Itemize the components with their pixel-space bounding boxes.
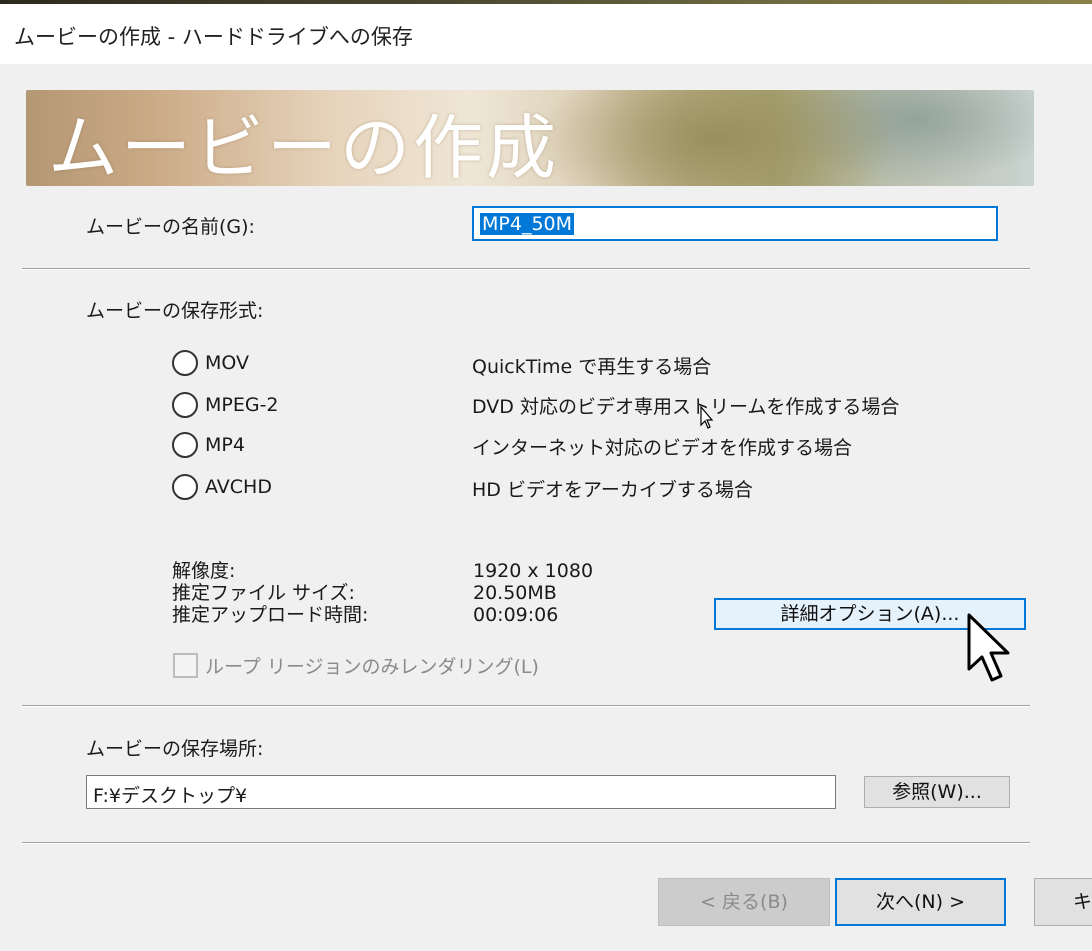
dialog-client-area: ムービーの作成 ムービーの名前(G): MP4_50M ムービーの保存形式: M… bbox=[0, 64, 1092, 951]
next-button[interactable]: 次へ(N) > bbox=[835, 878, 1006, 926]
banner-title: ムービーの作成 bbox=[48, 107, 559, 186]
format-desc-mp4: インターネット対応のビデオを作成する場合 bbox=[472, 437, 853, 459]
window-titlebar[interactable]: ムービーの作成 - ハードドライブへの保存 bbox=[0, 4, 1092, 64]
mouse-pointer-icon bbox=[967, 613, 1010, 682]
radio-mpeg2[interactable] bbox=[172, 392, 198, 418]
movie-name-label: ムービーの名前(G): bbox=[86, 216, 255, 238]
resolution-value: 1920 x 1080 bbox=[473, 560, 594, 582]
format-desc-avchd: HD ビデオをアーカイブする場合 bbox=[472, 479, 753, 501]
mouse-pointer-small-icon bbox=[700, 406, 714, 429]
radio-mp4[interactable] bbox=[172, 432, 198, 458]
format-name-mov: MOV bbox=[205, 352, 250, 374]
separator-1 bbox=[22, 268, 1030, 270]
radio-mov[interactable] bbox=[172, 350, 198, 376]
resolution-label: 解像度: bbox=[172, 560, 236, 582]
filesize-value: 20.50MB bbox=[473, 582, 557, 604]
save-location-input[interactable]: F:¥デスクトップ¥ bbox=[86, 775, 836, 809]
movie-name-input[interactable]: MP4_50M bbox=[472, 206, 998, 241]
upload-time-value: 00:09:06 bbox=[473, 604, 559, 626]
cancel-button[interactable]: キ bbox=[1034, 878, 1092, 926]
header-banner: ムービーの作成 bbox=[26, 90, 1034, 186]
back-button[interactable]: < 戻る(B) bbox=[658, 878, 830, 926]
format-name-mp4: MP4 bbox=[205, 434, 245, 456]
format-name-avchd: AVCHD bbox=[205, 476, 272, 498]
filesize-label: 推定ファイル サイズ: bbox=[172, 582, 355, 604]
upload-time-label: 推定アップロード時間: bbox=[172, 604, 369, 626]
window-title: ムービーの作成 - ハードドライブへの保存 bbox=[14, 25, 413, 49]
format-section-label: ムービーの保存形式: bbox=[86, 300, 264, 322]
loop-region-checkbox[interactable] bbox=[173, 653, 198, 678]
format-desc-mov: QuickTime で再生する場合 bbox=[472, 356, 712, 378]
save-location-value: F:¥デスクトップ¥ bbox=[93, 785, 248, 807]
radio-avchd[interactable] bbox=[172, 474, 198, 500]
loop-region-label: ループ リージョンのみレンダリング(L) bbox=[205, 656, 539, 678]
separator-3 bbox=[22, 842, 1030, 844]
browse-button[interactable]: 参照(W)... bbox=[864, 776, 1010, 808]
separator-2 bbox=[22, 705, 1030, 707]
format-name-mpeg2: MPEG-2 bbox=[205, 394, 279, 416]
movie-name-value: MP4_50M bbox=[480, 213, 575, 235]
format-desc-mpeg2: DVD 対応のビデオ専用ストリームを作成する場合 bbox=[472, 396, 900, 418]
save-location-label: ムービーの保存場所: bbox=[86, 738, 264, 760]
